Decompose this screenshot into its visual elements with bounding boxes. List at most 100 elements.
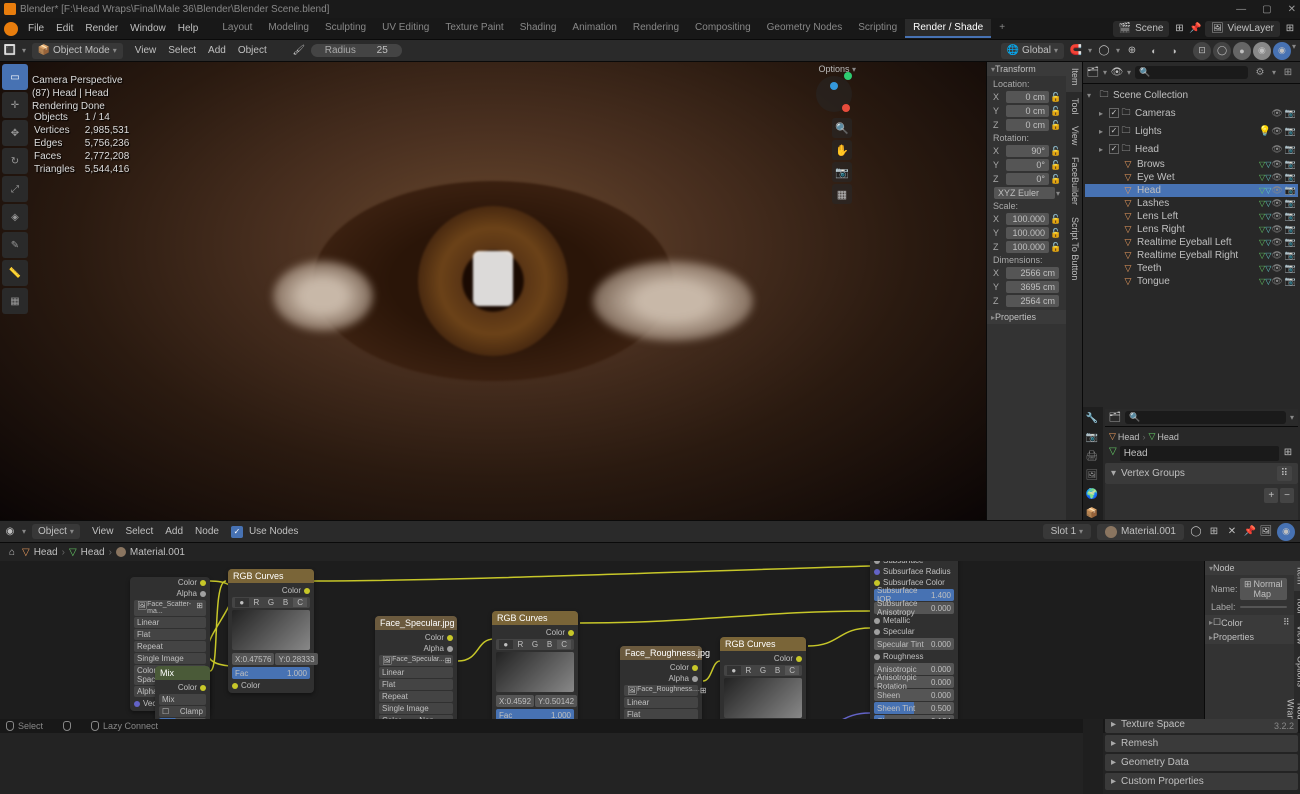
eye-icon[interactable]: 👁 <box>1271 159 1282 170</box>
zoom-icon[interactable]: 🔍 <box>832 118 852 138</box>
scale-x[interactable]: 100.000 <box>1006 213 1049 225</box>
editor-type-icon[interactable]: 🔳 <box>4 45 16 57</box>
node-n-tab[interactable]: View <box>1294 619 1300 650</box>
use-nodes-checkbox[interactable]: ✓ <box>231 526 243 538</box>
prop-tab[interactable]: 🌍 <box>1083 485 1101 503</box>
render-vis-icon[interactable]: 📷 <box>1285 144 1296 155</box>
node-mix[interactable]: Mix Color Mix ☐Clamp Fac0.350 Color1 Col… <box>155 666 210 719</box>
remove-button[interactable]: − <box>1280 488 1294 503</box>
workspace-tab[interactable]: Geometry Nodes <box>759 19 851 38</box>
workspace-tab[interactable]: + <box>991 19 1013 38</box>
node-canvas[interactable]: Color Alpha 🖼Face_Scatter-ma...⊞ Linear … <box>0 561 1300 719</box>
eye-icon[interactable]: 👁 <box>1271 108 1282 119</box>
menu-help[interactable]: Help <box>172 21 205 36</box>
render-vis-icon[interactable]: 📷 <box>1285 108 1296 119</box>
eye-icon[interactable]: 👁 <box>1271 126 1282 137</box>
solid-shading-icon[interactable]: ● <box>1233 42 1251 60</box>
move-tool[interactable]: ✥ <box>2 120 28 146</box>
outliner-item[interactable]: ▽Head ▽ ▽👁📷 <box>1085 184 1298 197</box>
backdrop-icon[interactable]: 🖼 <box>1260 526 1272 538</box>
toggle-gizmo-icon[interactable]: ◐ <box>1145 42 1163 60</box>
render-vis-icon[interactable]: 📷 <box>1285 250 1296 261</box>
orientation-selector[interactable]: 🌐 Global ▾ <box>1001 43 1064 59</box>
prop-panel-header[interactable]: ▸Remesh <box>1105 735 1298 752</box>
cursor-tool[interactable]: ✛ <box>2 92 28 118</box>
node-props-header[interactable]: ▸ Properties <box>1205 630 1294 644</box>
workspace-tab[interactable]: Compositing <box>687 19 759 38</box>
n-properties-header[interactable]: ▸ Properties <box>987 310 1066 324</box>
eye-icon[interactable]: 👁 <box>1271 198 1282 209</box>
outliner-item[interactable]: ▸ 🗀Head👁📷 <box>1085 140 1298 158</box>
node-n-tab[interactable]: Options <box>1294 650 1300 693</box>
menu-file[interactable]: File <box>22 21 50 36</box>
brush-icon[interactable]: 🖌 <box>293 45 305 57</box>
blender-icon[interactable] <box>4 22 18 36</box>
shader-type-selector[interactable]: Object▾ <box>32 524 80 539</box>
node-n-tab[interactable]: Tool <box>1294 591 1300 620</box>
rot-z[interactable]: 0° <box>1006 173 1049 185</box>
scale-tool[interactable]: ⤢ <box>2 176 28 202</box>
scene-pin-icon[interactable]: 📌 <box>1189 23 1201 35</box>
eye-icon[interactable]: 👁 <box>1271 185 1282 196</box>
workspace-tab[interactable]: Sculpting <box>317 19 374 38</box>
outliner-item[interactable]: ▽Realtime Eyeball Left ▽ ▽👁📷 <box>1085 236 1298 249</box>
eye-icon[interactable]: 👁 <box>1271 237 1282 248</box>
workspace-tab[interactable]: Layout <box>214 19 260 38</box>
scene-new-icon[interactable]: ⊞ <box>1173 23 1185 35</box>
n-tab[interactable]: Tool <box>1066 92 1082 121</box>
node-n-tab[interactable]: Item <box>1294 561 1300 591</box>
viewport-menu-object[interactable]: Object <box>232 43 273 58</box>
pan-icon[interactable]: ✋ <box>832 140 852 160</box>
eye-icon[interactable]: 👁 <box>1271 276 1282 287</box>
render-vis-icon[interactable]: 📷 <box>1285 172 1296 183</box>
node-n-tab[interactable]: Node Wrangl <box>1294 693 1300 719</box>
n-tab[interactable]: FaceBuilder <box>1066 151 1082 211</box>
render-vis-icon[interactable]: 📷 <box>1285 224 1296 235</box>
scale-z[interactable]: 100.000 <box>1006 241 1049 253</box>
rot-y[interactable]: 0° <box>1006 159 1049 171</box>
menu-edit[interactable]: Edit <box>50 21 79 36</box>
node-render-icon[interactable]: ◉ <box>1277 523 1295 541</box>
render-vis-icon[interactable]: 📷 <box>1285 185 1296 196</box>
measure-tool[interactable]: 📏 <box>2 260 28 286</box>
eye-icon[interactable]: 👁 <box>1271 263 1282 274</box>
n-tab[interactable]: View <box>1066 120 1082 151</box>
home-icon[interactable]: ⌂ <box>6 546 18 558</box>
mat-unlink-icon[interactable]: ✕ <box>1226 526 1238 538</box>
outliner-item[interactable]: ▽Realtime Eyeball Right ▽ ▽👁📷 <box>1085 249 1298 262</box>
node-side-header[interactable]: ▾ Node <box>1205 561 1294 575</box>
mode-selector[interactable]: 📦 Object Mode ▾ <box>32 43 123 59</box>
prop-panel-header[interactable]: ▸Custom Properties <box>1105 773 1298 790</box>
node-principled-bsdf[interactable]: Subsurface Subsurface Radius Subsurface … <box>870 561 958 719</box>
eye-icon[interactable]: 👁 <box>1271 250 1282 261</box>
outliner-type-icon[interactable]: 🗂 <box>1087 67 1099 79</box>
close-button[interactable]: ✕ <box>1288 4 1296 15</box>
prop-tab[interactable]: 🔧 <box>1083 409 1101 427</box>
material-shading-icon[interactable]: ◉ <box>1253 42 1271 60</box>
outliner-item[interactable]: ▽Lashes ▽ ▽👁📷 <box>1085 197 1298 210</box>
prop-tab[interactable]: 🖨 <box>1083 447 1101 465</box>
scale-y[interactable]: 100.000 <box>1006 227 1049 239</box>
transform-header[interactable]: ▾ Transform <box>987 62 1066 76</box>
node-image-texture-specular[interactable]: Face_Specular.jpg Color Alpha 🖼Face_Spec… <box>375 616 457 719</box>
prop-tab[interactable]: 📷 <box>1083 428 1101 446</box>
filter-icon[interactable]: ⚙ <box>1252 65 1268 81</box>
rendered-shading-icon[interactable]: ◉ <box>1273 42 1291 60</box>
render-vis-icon[interactable]: 📷 <box>1285 237 1296 248</box>
outliner-root[interactable]: ▾🗀Scene Collection <box>1085 86 1298 104</box>
nav-gizmo[interactable] <box>816 76 852 112</box>
render-vis-icon[interactable]: 📷 <box>1285 276 1296 287</box>
node-menu-add[interactable]: Add <box>159 524 189 539</box>
scene-selector[interactable]: 🎬 Scene <box>1113 21 1169 37</box>
viewport-menu-select[interactable]: Select <box>162 43 202 58</box>
props-search[interactable]: 🔍 <box>1125 411 1286 424</box>
node-image-texture-roughness[interactable]: Face_Roughness.jpg Color Alpha 🖼Face_Rou… <box>620 646 702 719</box>
transform-tool[interactable]: ◈ <box>2 204 28 230</box>
maximize-button[interactable]: ▢ <box>1262 4 1271 15</box>
prop-panel-header[interactable]: ▸Geometry Data <box>1105 754 1298 771</box>
loc-y[interactable]: 0 cm <box>1006 105 1049 117</box>
viewport-menu-view[interactable]: View <box>129 43 163 58</box>
outliner-item[interactable]: ▽Brows ▽ ▽👁📷 <box>1085 158 1298 171</box>
menu-window[interactable]: Window <box>124 21 172 36</box>
node-label-field[interactable] <box>1240 606 1287 608</box>
